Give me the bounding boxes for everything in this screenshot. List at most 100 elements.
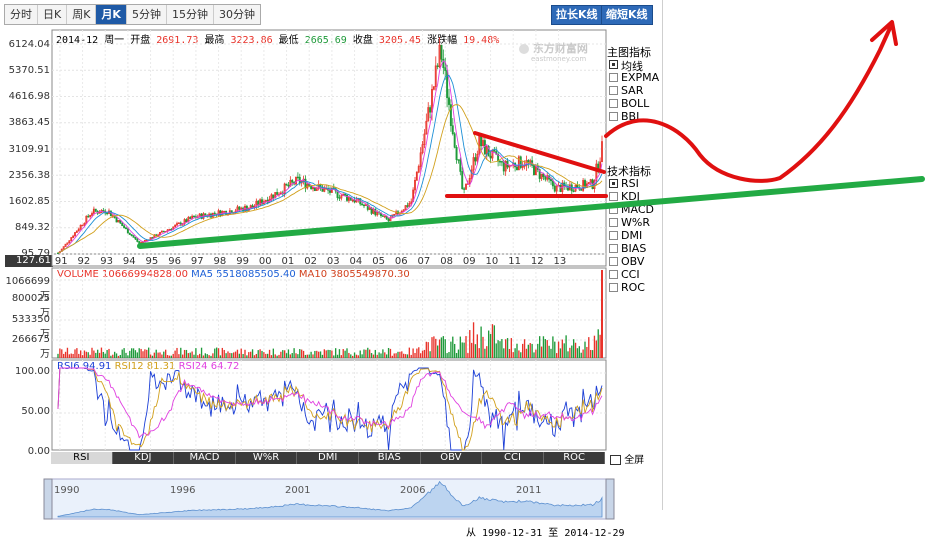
volume-bar — [168, 355, 171, 358]
bottom-tab-rsi[interactable]: RSI — [51, 452, 113, 464]
volume-bar — [123, 348, 125, 358]
volume-bar — [391, 355, 394, 358]
bottom-tab-obv[interactable]: OBV — [420, 452, 483, 464]
volume-bar — [531, 343, 533, 358]
bottom-tab-wr[interactable]: W%R — [235, 452, 298, 464]
volume-bar — [453, 343, 456, 358]
volume-bar — [204, 353, 207, 358]
volume-bar — [306, 354, 309, 358]
volume-bar — [342, 349, 344, 358]
volume-bar — [333, 355, 335, 358]
volume-bar — [535, 349, 537, 358]
volume-bar — [457, 349, 460, 358]
volume-bar — [189, 352, 191, 358]
volume-bar — [521, 343, 524, 358]
volume-bar — [571, 345, 573, 358]
volume-bar — [144, 349, 146, 358]
bottom-tab-cci[interactable]: CCI — [482, 452, 544, 464]
volume-bar — [208, 355, 210, 358]
volume-bar — [469, 330, 471, 358]
bottom-tab-roc[interactable]: ROC — [543, 452, 606, 464]
volume-bar — [132, 348, 135, 358]
volume-bar — [414, 352, 416, 358]
volume-bar — [516, 343, 518, 358]
volume-bar — [117, 355, 120, 358]
volume-bar — [223, 349, 225, 358]
volume-bar — [115, 353, 118, 358]
volume-bar — [98, 352, 101, 358]
candle-body — [474, 157, 477, 162]
bottom-tab-dmi[interactable]: DMI — [297, 452, 359, 464]
candle-body — [296, 176, 299, 179]
volume-bar — [355, 354, 358, 358]
volume-bar — [480, 326, 482, 358]
volume-bar — [170, 355, 173, 358]
volume-bar — [399, 351, 401, 358]
volume-bar — [416, 348, 418, 358]
volume-bar — [102, 351, 105, 358]
volume-bar — [538, 336, 541, 358]
volume-bar — [350, 354, 352, 358]
year-label: 92 — [78, 256, 91, 267]
volume-bar — [599, 334, 601, 358]
volume-bar — [408, 347, 411, 358]
volume-bar — [378, 352, 380, 358]
candle-body — [480, 135, 483, 147]
volume-bar — [397, 351, 399, 358]
year-label: 04 — [350, 256, 363, 267]
bottom-tab-kdj[interactable]: KDJ — [112, 452, 175, 464]
volume-bar — [193, 354, 195, 358]
volume-bar — [198, 353, 201, 358]
volume-bar — [527, 344, 530, 358]
volume-bar — [140, 348, 142, 358]
candle-body — [459, 159, 462, 172]
year-label: 95 — [146, 256, 159, 267]
volume-bar — [236, 349, 239, 358]
candle-body — [238, 206, 241, 210]
volume-bar — [372, 354, 375, 358]
volume-bar — [463, 342, 465, 358]
volume-bar — [572, 339, 575, 358]
volume-bar — [59, 348, 61, 358]
volume-bar — [419, 353, 422, 358]
volume-bar — [565, 335, 567, 358]
volume-bar — [316, 350, 318, 358]
bottom-tab-macd[interactable]: MACD — [174, 452, 236, 464]
candle-body — [463, 188, 466, 190]
volume-bar — [487, 330, 490, 358]
volume-bar — [76, 348, 78, 358]
overview-handle-left — [43, 478, 53, 520]
volume-bar — [166, 355, 169, 358]
volume-bar — [499, 341, 501, 358]
candle-body — [346, 194, 348, 201]
volume-bar — [78, 353, 80, 358]
candle-body — [453, 133, 456, 148]
fullscreen-button[interactable]: 全屏 — [610, 451, 644, 466]
volume-bar — [402, 353, 405, 358]
volume-bar — [340, 355, 343, 358]
volume-bar — [367, 347, 369, 358]
candle-body — [151, 237, 154, 239]
volume-bar — [202, 355, 205, 358]
candle-body — [185, 219, 188, 223]
year-label: 06 — [395, 256, 408, 267]
year-label: 05 — [372, 256, 385, 267]
volume-bar — [95, 352, 97, 358]
volume-bar — [125, 352, 127, 358]
volume-bar — [387, 347, 390, 358]
candle-body — [457, 159, 460, 161]
candle-body — [344, 193, 347, 196]
candle-body — [128, 232, 131, 235]
volume-bar — [293, 348, 295, 358]
volume-bar — [187, 353, 190, 358]
candle-body — [87, 215, 90, 218]
volume-bar — [112, 354, 114, 358]
volume-bar — [91, 347, 93, 358]
volume-bar — [376, 354, 378, 358]
volume-bar — [474, 344, 477, 358]
bottom-tab-bias[interactable]: BIAS — [359, 452, 421, 464]
volume-bar — [215, 347, 218, 358]
volume-bar — [497, 340, 499, 358]
overview-year-label: 1996 — [170, 485, 196, 496]
volume-bar — [278, 354, 280, 358]
